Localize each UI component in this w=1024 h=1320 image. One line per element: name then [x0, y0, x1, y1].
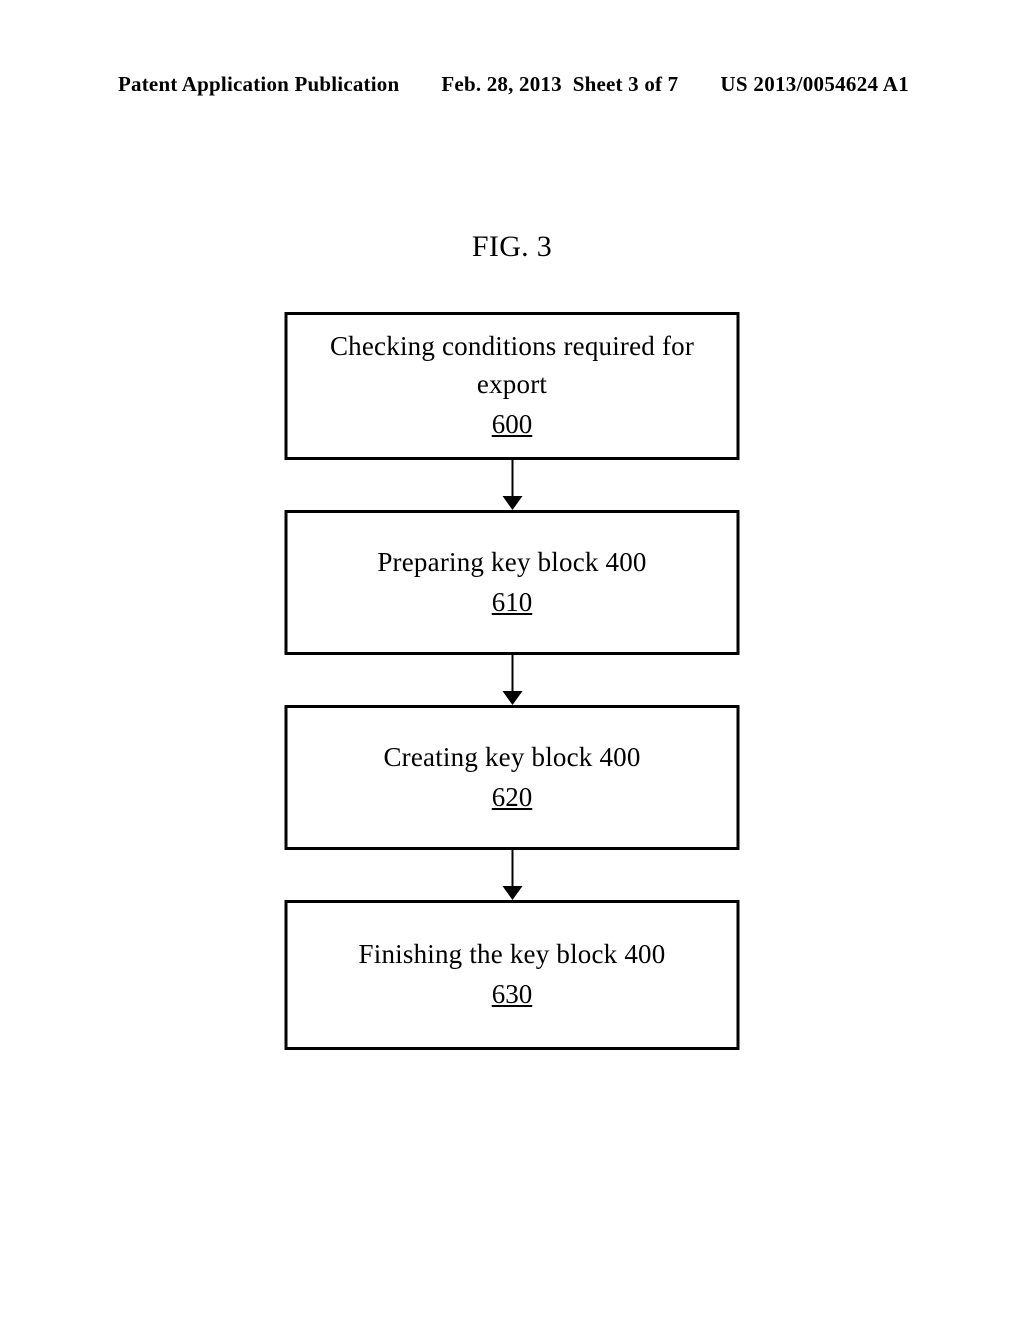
step-ref: 600	[492, 406, 533, 444]
publication-label: Patent Application Publication	[118, 72, 399, 97]
patent-number: US 2013/0054624 A1	[720, 72, 909, 97]
step-text: Finishing the key block 400	[359, 936, 666, 974]
step-text: Checking conditions required for export	[308, 328, 717, 404]
step-text: Creating key block 400	[383, 739, 640, 777]
step-ref: 610	[492, 584, 533, 622]
header-date-sheet: Feb. 28, 2013 Sheet 3 of 7	[441, 72, 678, 97]
sheet-number: Sheet 3 of 7	[573, 72, 679, 96]
arrow-down-icon	[502, 655, 522, 705]
flowchart-step-3: Creating key block 400 620	[285, 705, 740, 850]
step-ref: 620	[492, 779, 533, 817]
flowchart: Checking conditions required for export …	[285, 312, 740, 1050]
flowchart-step-4: Finishing the key block 400 630	[285, 900, 740, 1050]
step-ref: 630	[492, 976, 533, 1014]
publication-date: Feb. 28, 2013	[441, 72, 561, 96]
page-header: Patent Application Publication Feb. 28, …	[0, 72, 1024, 97]
figure-label: FIG. 3	[472, 230, 552, 264]
flowchart-step-2: Preparing key block 400 610	[285, 510, 740, 655]
arrow-down-icon	[502, 850, 522, 900]
arrow-down-icon	[502, 460, 522, 510]
flowchart-step-1: Checking conditions required for export …	[285, 312, 740, 460]
step-text: Preparing key block 400	[377, 544, 646, 582]
